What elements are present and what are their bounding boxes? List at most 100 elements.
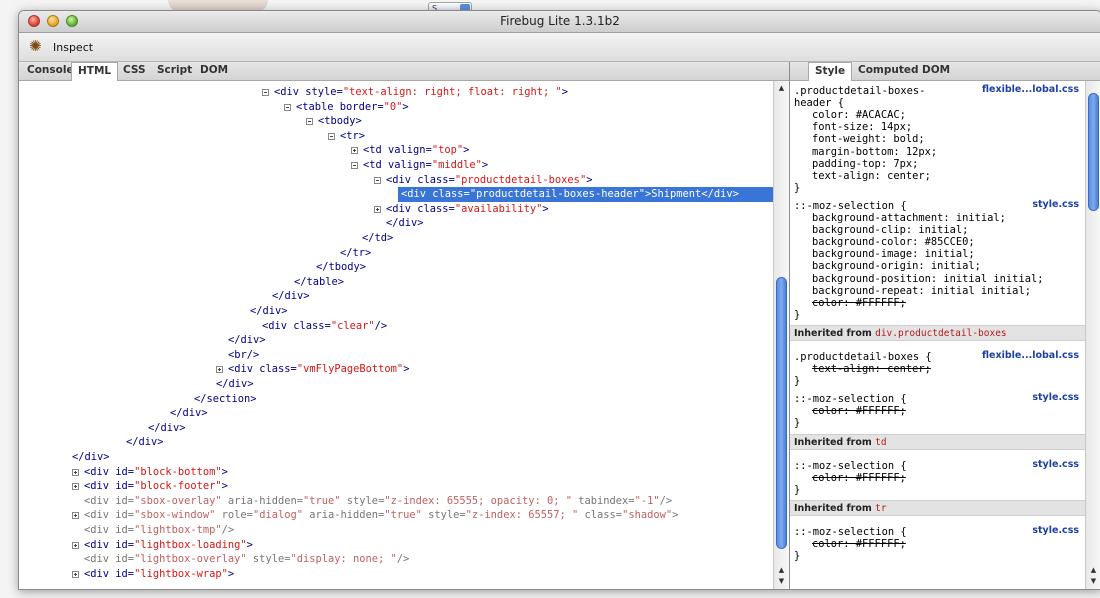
expand-node-icon[interactable]: [72, 541, 79, 549]
collapse-node-icon[interactable]: [328, 132, 335, 140]
css-source-link[interactable]: style.css: [1032, 459, 1079, 470]
html-node-row[interactable]: </div>: [386, 216, 424, 231]
side-tab-style[interactable]: Style: [808, 62, 853, 81]
html-node-row[interactable]: </div>: [148, 421, 186, 436]
html-pane-scroll-thumb[interactable]: [776, 277, 787, 549]
title-bar[interactable]: Firebug Lite 1.3.1b2: [19, 11, 1100, 33]
scroll-down-arrow-icon[interactable]: ▼: [776, 576, 787, 586]
scroll-up-arrow-icon[interactable]: ▲: [776, 83, 787, 93]
html-node-row[interactable]: <td valign="top">: [351, 143, 469, 158]
html-node-row[interactable]: <div id="lightbox-overlay" style="displa…: [84, 552, 409, 567]
tag-markup: </div>: [250, 305, 288, 317]
css-source-link[interactable]: style.css: [1032, 392, 1079, 403]
style-pane-scrollbar[interactable]: ▲ ▼: [1085, 81, 1100, 589]
html-node-row[interactable]: <tbody>: [306, 114, 362, 129]
html-node-row[interactable]: <div id="sbox-window" role="dialog" aria…: [72, 508, 678, 523]
css-property: font-size: 14px;: [812, 121, 913, 134]
tag-markup: <div: [386, 202, 418, 215]
selected-html-node[interactable]: <div class="productdetail-boxes-header">…: [398, 187, 773, 203]
side-tab-dom[interactable]: DOM: [916, 62, 956, 79]
firebug-bug-icon[interactable]: ✺: [29, 39, 42, 54]
collapse-node-icon[interactable]: [351, 162, 358, 169]
attribute-name: style=: [421, 509, 466, 522]
attribute-value: "productdetail-boxes": [454, 173, 587, 186]
inherited-selector-tag[interactable]: td: [875, 437, 886, 448]
attribute-name: id=: [115, 538, 135, 551]
collapse-node-icon[interactable]: [284, 103, 291, 111]
html-node-row[interactable]: </section>: [194, 392, 257, 407]
css-source-link[interactable]: style.css: [1032, 525, 1079, 536]
html-node-row[interactable]: <div id="lightbox-loading">: [72, 538, 253, 553]
html-tree-pane[interactable]: <div style="text-align: right; float: ri…: [19, 81, 773, 589]
html-node-row[interactable]: <div id="block-bottom">: [72, 465, 228, 480]
collapse-node-icon[interactable]: [374, 176, 381, 184]
html-node-row[interactable]: </table>: [294, 275, 344, 290]
tag-markup: </div>: [701, 188, 739, 201]
css-source-link[interactable]: flexible...lobal.css: [982, 84, 1079, 95]
html-node-row[interactable]: <table border="0">: [284, 100, 409, 115]
html-node-row[interactable]: </div>: [228, 333, 266, 348]
collapse-node-icon[interactable]: [262, 89, 269, 96]
html-node-row[interactable]: </div>: [272, 289, 310, 304]
tab-dom[interactable]: DOM: [194, 62, 234, 79]
html-node-row[interactable]: </tr>: [340, 246, 371, 261]
html-node-row[interactable]: <div id="block-footer">: [72, 479, 228, 494]
html-node-row[interactable]: <div id="lightbox-tmp"/>: [84, 523, 234, 538]
html-node-row[interactable]: </div>: [126, 435, 164, 450]
tag-markup: </tr>: [340, 246, 372, 259]
html-node-row[interactable]: </tbody>: [316, 260, 366, 275]
window-title: Firebug Lite 1.3.1b2: [500, 14, 620, 28]
attribute-name: class=: [578, 509, 623, 522]
scroll-up-arrow-icon[interactable]: ▲: [1088, 565, 1099, 575]
html-node-row[interactable]: <div id="sbox-overlay" aria-hidden="true…: [84, 494, 672, 509]
expand-node-icon[interactable]: [72, 512, 79, 520]
css-source-link[interactable]: style.css: [1032, 199, 1079, 210]
style-side-pane[interactable]: .productdetail-boxes-header {flexible...…: [790, 81, 1085, 589]
side-tab-computed[interactable]: Computed: [852, 62, 925, 79]
toolbar: ✺ Inspect: [19, 33, 1100, 62]
scroll-down-arrow-icon[interactable]: ▼: [1088, 576, 1099, 586]
html-node-row[interactable]: <div class="clear"/>: [262, 319, 387, 334]
html-pane-scrollbar[interactable]: ▲ ▲ ▼: [773, 81, 789, 589]
style-pane-scroll-thumb[interactable]: [1088, 93, 1099, 211]
expand-node-icon[interactable]: [374, 205, 381, 213]
collapse-node-icon[interactable]: [306, 118, 313, 126]
css-selector: .productdetail-boxes {: [794, 350, 932, 363]
tab-script[interactable]: Script: [151, 62, 198, 79]
tab-html[interactable]: HTML: [71, 62, 119, 81]
css-property: color: #FFFFFF;: [812, 471, 906, 484]
attribute-name: id=: [115, 480, 135, 493]
css-source-link[interactable]: flexible...lobal.css: [982, 350, 1079, 361]
html-node-row[interactable]: <div class="vmFlyPageBottom">: [216, 362, 409, 377]
html-node-row[interactable]: <tr>: [328, 129, 365, 144]
inherited-selector-class[interactable]: .productdetail-boxes: [892, 328, 1006, 339]
html-node-row[interactable]: <div class="availability">: [374, 202, 549, 217]
tag-markup: </div>: [170, 407, 208, 420]
expand-node-icon[interactable]: [351, 147, 358, 155]
html-node-row[interactable]: <div id="lightbox-wrap">: [72, 567, 234, 582]
css-property: padding-top: 7px;: [812, 157, 919, 170]
expand-node-icon[interactable]: [72, 570, 79, 578]
html-node-row[interactable]: </td>: [362, 231, 393, 246]
css-property: background-image: initial;: [812, 248, 975, 261]
css-property: font-weight: bold;: [812, 133, 925, 146]
tab-css[interactable]: CSS: [117, 62, 152, 79]
html-node-row[interactable]: <div class="productdetail-boxes">: [374, 173, 592, 188]
expand-node-icon[interactable]: [72, 483, 79, 491]
html-node-row[interactable]: <br/>: [228, 348, 259, 363]
html-node-row[interactable]: <div style="text-align: right; float: ri…: [262, 85, 568, 100]
html-node-row[interactable]: </div>: [170, 406, 208, 421]
inherited-selector-tag[interactable]: tr: [875, 503, 886, 514]
attribute-value: "-1": [634, 494, 660, 507]
html-node-row[interactable]: </div>: [216, 377, 254, 392]
html-node-row[interactable]: </div>: [72, 450, 110, 465]
html-node-row[interactable]: </div>: [250, 304, 288, 319]
css-rule-close: }: [794, 308, 801, 321]
scroll-up-arrow-icon[interactable]: ▲: [776, 565, 787, 575]
inspect-button[interactable]: Inspect: [53, 41, 93, 54]
expand-node-icon[interactable]: [72, 468, 79, 476]
html-node-row[interactable]: <td valign="middle">: [351, 158, 488, 173]
tag-markup: <table: [296, 100, 340, 113]
inherited-selector-tag[interactable]: div: [875, 328, 892, 339]
expand-node-icon[interactable]: [216, 366, 223, 374]
